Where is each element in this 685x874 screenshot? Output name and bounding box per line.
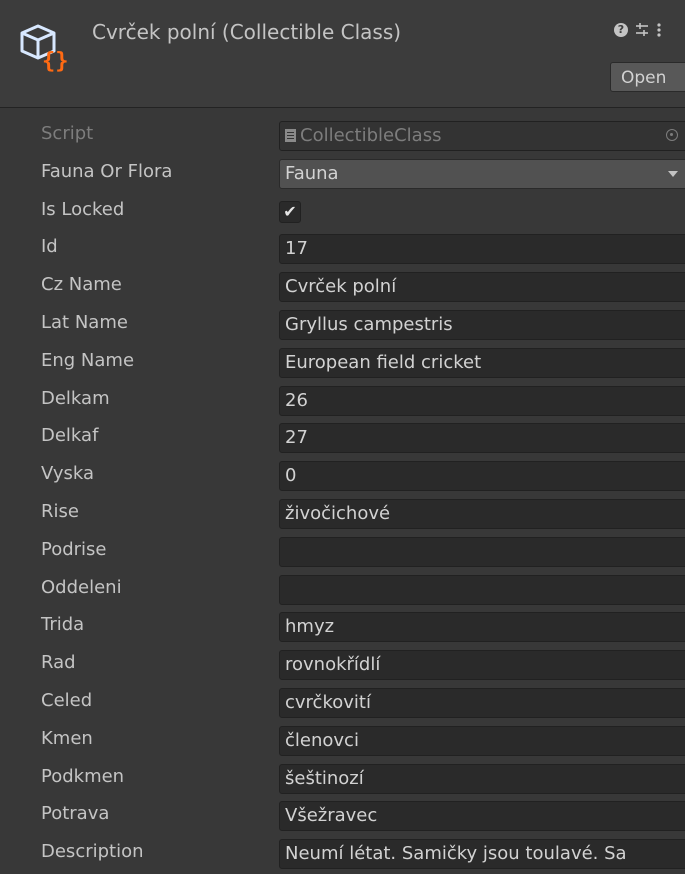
rise-label: Rise <box>41 500 79 522</box>
oddeleni-label: Oddeleni <box>41 576 122 598</box>
property-row-trida: Trida hmyz <box>0 609 685 647</box>
property-row-rad: Rad rovnokřídlí <box>0 647 685 685</box>
id-field[interactable]: 17 <box>279 234 685 265</box>
rad-field[interactable]: rovnokřídlí <box>279 650 685 681</box>
property-list: Script CollectibleClass Fauna Or Flora F… <box>0 118 685 874</box>
property-row-vyska: Vyska 0 <box>0 458 685 496</box>
potrava-field[interactable]: Všežravec <box>279 801 685 832</box>
property-row-podkmen: Podkmen šeštinozí <box>0 761 685 799</box>
is-locked-label: Is Locked <box>41 198 125 220</box>
podkmen-field[interactable]: šeštinozí <box>279 763 685 794</box>
script-field: CollectibleClass <box>279 121 685 151</box>
kmen-field[interactable]: členovci <box>279 725 685 756</box>
property-row-podrise: Podrise <box>0 534 685 572</box>
trida-field[interactable]: hmyz <box>279 612 685 643</box>
potrava-label: Potrava <box>41 803 110 825</box>
inspector-header: {} Cvrček polní (Collectible Class) ? Op… <box>0 0 685 108</box>
script-file-icon <box>285 129 296 142</box>
celed-label: Celed <box>41 689 93 711</box>
lat-name-field[interactable]: Gryllus campestris <box>279 309 685 340</box>
property-row-oddeleni: Oddeleni <box>0 572 685 610</box>
is-locked-checkbox[interactable]: ✔ <box>279 200 301 223</box>
fauna-or-flora-label: Fauna Or Flora <box>41 160 173 182</box>
more-icon[interactable] <box>656 22 662 38</box>
property-row-id: Id 17 <box>0 231 685 269</box>
fauna-or-flora-value: Fauna <box>285 162 339 184</box>
script-value: CollectibleClass <box>300 125 442 146</box>
id-label: Id <box>41 236 58 258</box>
delkam-label: Delkam <box>41 387 110 409</box>
property-row-celed: Celed cvrčkovití <box>0 685 685 723</box>
eng-name-field[interactable]: European field cricket <box>279 347 685 378</box>
oddeleni-field[interactable] <box>279 574 685 605</box>
kmen-label: Kmen <box>41 727 93 749</box>
lat-name-label: Lat Name <box>41 311 128 333</box>
podrise-label: Podrise <box>41 538 107 560</box>
property-row-kmen: Kmen členovci <box>0 723 685 761</box>
property-row-script: Script CollectibleClass <box>0 118 685 156</box>
delkam-field[interactable]: 26 <box>279 385 685 416</box>
description-label: Description <box>41 841 144 863</box>
header-tools: ? <box>614 22 662 38</box>
vyska-field[interactable]: 0 <box>279 461 685 492</box>
property-row-delkaf: Delkaf 27 <box>0 420 685 458</box>
property-row-cz-name: Cz Name Cvrček polní <box>0 269 685 307</box>
inspector-title: Cvrček polní (Collectible Class) <box>92 20 402 44</box>
trida-label: Trida <box>41 614 85 636</box>
eng-name-label: Eng Name <box>41 349 135 371</box>
settings-icon[interactable] <box>634 22 650 38</box>
property-row-fauna-or-flora: Fauna Or Flora Fauna <box>0 156 685 194</box>
scriptable-object-icon: {} <box>20 24 69 72</box>
property-row-potrava: Potrava Všežravec <box>0 798 685 836</box>
podkmen-label: Podkmen <box>41 765 125 787</box>
delkaf-label: Delkaf <box>41 425 99 447</box>
podrise-field[interactable] <box>279 536 685 567</box>
dropdown-arrow-icon <box>668 170 678 177</box>
rad-label: Rad <box>41 652 76 674</box>
svg-text:{}: {} <box>42 49 69 72</box>
property-row-delkam: Delkam 26 <box>0 383 685 421</box>
vyska-label: Vyska <box>41 463 94 485</box>
cz-name-label: Cz Name <box>41 274 122 296</box>
script-label: Script <box>41 123 94 144</box>
cz-name-field[interactable]: Cvrček polní <box>279 272 685 303</box>
help-icon[interactable]: ? <box>614 23 628 37</box>
property-row-rise: Rise živočichové <box>0 496 685 534</box>
delkaf-field[interactable]: 27 <box>279 423 685 454</box>
property-row-lat-name: Lat Name Gryllus campestris <box>0 307 685 345</box>
description-field[interactable]: Neumí létat. Samičky jsou toulavé. Sa <box>279 839 685 870</box>
fauna-or-flora-dropdown[interactable]: Fauna <box>279 158 685 189</box>
celed-field[interactable]: cvrčkovití <box>279 687 685 718</box>
property-row-is-locked: Is Locked ✔ <box>0 194 685 232</box>
property-row-eng-name: Eng Name European field cricket <box>0 345 685 383</box>
object-picker-icon <box>666 129 678 141</box>
open-button[interactable]: Open <box>610 62 685 92</box>
rise-field[interactable]: živočichové <box>279 498 685 529</box>
property-row-description: Description Neumí létat. Samičky jsou to… <box>0 836 685 874</box>
